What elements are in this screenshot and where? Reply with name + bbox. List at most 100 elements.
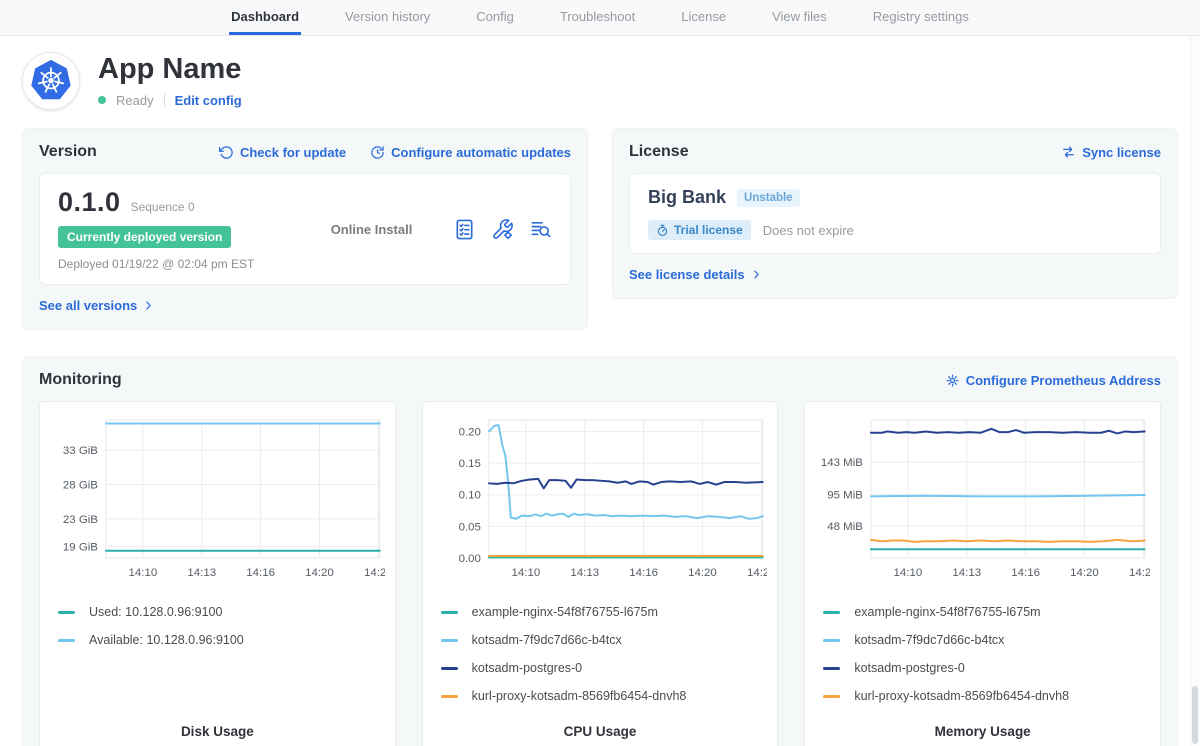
svg-text:0.15: 0.15 <box>458 458 480 470</box>
license-card-title: License <box>629 143 689 161</box>
cpu-usage-legend: example-nginx-54f8f76755-l675m kotsadm-7… <box>433 598 768 710</box>
config-tools-icon[interactable] <box>491 218 514 241</box>
svg-text:0.10: 0.10 <box>458 490 480 502</box>
svg-text:28 GiB: 28 GiB <box>63 480 98 492</box>
legend-swatch <box>441 611 458 614</box>
chevron-right-icon <box>751 269 762 280</box>
deployed-badge: Currently deployed version <box>58 226 231 248</box>
legend-item: example-nginx-54f8f76755-l675m <box>821 598 1144 626</box>
legend-swatch <box>823 667 840 670</box>
svg-text:14:20: 14:20 <box>1070 567 1099 579</box>
version-number: 0.1.0 <box>58 187 121 218</box>
legend-swatch <box>58 611 75 614</box>
legend-label: kotsadm-7f9dc7d66c-b4tcx <box>472 633 622 647</box>
app-logo <box>22 52 80 110</box>
chevron-right-icon <box>143 300 154 311</box>
svg-text:0.05: 0.05 <box>458 521 480 533</box>
legend-swatch <box>823 695 840 698</box>
legend-item: kotsadm-postgres-0 <box>439 654 762 682</box>
page-title: App Name <box>98 54 242 86</box>
svg-text:14:10: 14:10 <box>511 567 540 579</box>
legend-swatch <box>441 639 458 642</box>
legend-item: kurl-proxy-kotsadm-8569fb6454-dnvh8 <box>821 682 1144 710</box>
chart-title: Disk Usage <box>50 710 385 746</box>
deployed-timestamp: Deployed 01/19/22 @ 02:04 pm EST <box>58 257 290 271</box>
tab-view-files[interactable]: View files <box>770 1 829 35</box>
svg-text:0.00: 0.00 <box>458 553 480 565</box>
dashboard-page: Dashboard Version history Config Trouble… <box>0 0 1200 746</box>
configure-automatic-updates-button[interactable]: Configure automatic updates <box>370 145 571 160</box>
clock-update-icon <box>370 145 385 160</box>
memory-usage-card: 14:1014:1314:1614:2014:2348 MiB95 MiB143… <box>804 401 1161 746</box>
sync-license-label: Sync license <box>1082 145 1161 160</box>
tab-version-history[interactable]: Version history <box>343 1 432 35</box>
tab-license[interactable]: License <box>679 1 728 35</box>
svg-text:19 GiB: 19 GiB <box>63 541 98 553</box>
legend-item: kurl-proxy-kotsadm-8569fb6454-dnvh8 <box>439 682 762 710</box>
check-for-update-button[interactable]: Check for update <box>219 145 346 160</box>
legend-item: kotsadm-postgres-0 <box>821 654 1144 682</box>
customer-name: Big Bank <box>648 187 726 208</box>
deploy-logs-icon[interactable] <box>529 218 552 241</box>
svg-text:14:13: 14:13 <box>570 567 599 579</box>
configure-prometheus-button[interactable]: Configure Prometheus Address <box>945 373 1161 388</box>
install-type-label: Online Install <box>290 222 453 237</box>
configure-prometheus-label: Configure Prometheus Address <box>966 373 1161 388</box>
memory-usage-legend: example-nginx-54f8f76755-l675m kotsadm-7… <box>815 598 1150 710</box>
license-details-card: Big Bank Unstable Trial license Does not… <box>629 173 1161 254</box>
legend-label: example-nginx-54f8f76755-l675m <box>472 605 658 619</box>
legend-item: kotsadm-7f9dc7d66c-b4tcx <box>821 626 1144 654</box>
scrollbar-thumb[interactable] <box>1192 686 1198 744</box>
legend-item: Used: 10.128.0.96:9100 <box>56 598 379 626</box>
svg-text:14:20: 14:20 <box>305 567 334 579</box>
legend-item: Available: 10.128.0.96:9100 <box>56 626 379 654</box>
svg-text:33 GiB: 33 GiB <box>63 445 98 457</box>
legend-label: kotsadm-postgres-0 <box>854 661 964 675</box>
preflight-checks-icon[interactable] <box>453 218 476 241</box>
tab-dashboard[interactable]: Dashboard <box>229 1 301 35</box>
cpu-usage-card: 14:1014:1314:1614:2014:230.000.050.100.1… <box>422 401 779 746</box>
divider <box>164 93 165 107</box>
sync-license-button[interactable]: Sync license <box>1061 145 1161 160</box>
sync-arrows-icon <box>1061 145 1076 160</box>
svg-text:14:23: 14:23 <box>747 567 768 579</box>
svg-text:14:10: 14:10 <box>894 567 923 579</box>
tab-config[interactable]: Config <box>474 1 516 35</box>
legend-swatch <box>823 611 840 614</box>
cards-row: Version Check for update Configure autom… <box>22 128 1178 330</box>
legend-swatch <box>441 667 458 670</box>
disk-usage-card: 14:1014:1314:1614:2014:2319 GiB23 GiB28 … <box>39 401 396 746</box>
current-version-card: 0.1.0 Sequence 0 Currently deployed vers… <box>39 173 571 285</box>
see-all-versions-label: See all versions <box>39 298 137 313</box>
legend-label: kurl-proxy-kotsadm-8569fb6454-dnvh8 <box>854 689 1069 703</box>
svg-text:95 MiB: 95 MiB <box>828 489 864 501</box>
scrollbar-track[interactable] <box>1190 37 1200 746</box>
svg-text:143 MiB: 143 MiB <box>821 457 863 469</box>
configure-automatic-updates-label: Configure automatic updates <box>391 145 571 160</box>
see-license-details-link[interactable]: See license details <box>629 267 762 282</box>
disk-usage-legend: Used: 10.128.0.96:9100 Available: 10.128… <box>50 598 385 654</box>
svg-text:0.20: 0.20 <box>458 426 480 438</box>
license-card: License Sync license Big Bank Unstable <box>612 128 1178 299</box>
stopwatch-icon <box>656 224 669 237</box>
legend-label: kotsadm-7f9dc7d66c-b4tcx <box>854 633 1004 647</box>
channel-badge: Unstable <box>737 189 800 207</box>
gear-icon <box>945 373 960 388</box>
chart-title: CPU Usage <box>433 710 768 746</box>
svg-text:48 MiB: 48 MiB <box>828 521 864 533</box>
trial-license-label: Trial license <box>674 223 743 237</box>
svg-text:14:23: 14:23 <box>364 567 385 579</box>
svg-text:14:20: 14:20 <box>688 567 717 579</box>
svg-text:14:16: 14:16 <box>246 567 275 579</box>
see-all-versions-link[interactable]: See all versions <box>39 298 154 313</box>
tab-troubleshoot[interactable]: Troubleshoot <box>558 1 637 35</box>
edit-config-link[interactable]: Edit config <box>175 93 242 108</box>
status-dot <box>98 96 106 104</box>
tab-registry-settings[interactable]: Registry settings <box>871 1 971 35</box>
legend-label: Used: 10.128.0.96:9100 <box>89 605 222 619</box>
license-expiry: Does not expire <box>763 223 854 238</box>
legend-label: kurl-proxy-kotsadm-8569fb6454-dnvh8 <box>472 689 687 703</box>
legend-label: example-nginx-54f8f76755-l675m <box>854 605 1040 619</box>
trial-license-badge: Trial license <box>648 220 751 240</box>
monitoring-title: Monitoring <box>39 371 122 389</box>
